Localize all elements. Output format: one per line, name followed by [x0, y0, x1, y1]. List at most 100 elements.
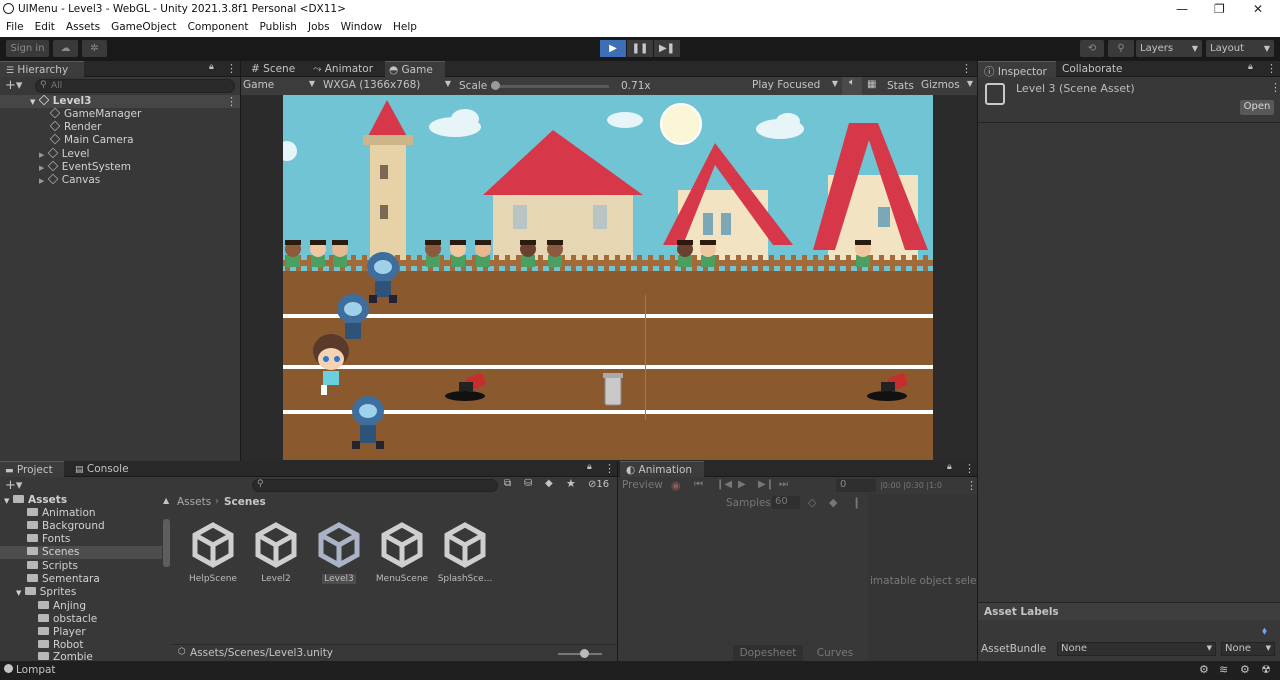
layers-dropdown[interactable]: Layers ▼ — [1136, 40, 1202, 57]
more-icon[interactable]: ⋮ — [961, 62, 972, 75]
menu-jobs[interactable]: Jobs — [308, 19, 335, 37]
first-frame-icon[interactable]: ⏮ — [694, 479, 703, 490]
status-text[interactable]: Lompat — [16, 664, 56, 676]
layers-icon[interactable]: ≋ — [1219, 663, 1228, 676]
breadcrumb-scenes[interactable]: Scenes — [224, 496, 266, 508]
keyframe-icon[interactable]: ◇ — [808, 496, 816, 509]
expand-arrow-icon[interactable]: ▶ — [39, 177, 44, 185]
folder-item[interactable]: Fonts — [27, 533, 70, 545]
expand-arrow-icon[interactable]: ▶ — [39, 164, 44, 172]
menu-component[interactable]: Component — [188, 19, 254, 37]
debug-icon[interactable]: ⚙ — [1199, 663, 1209, 676]
collab-icon[interactable]: ✲ — [82, 40, 107, 57]
folder-item[interactable]: Player — [38, 626, 86, 638]
favorite-icon[interactable]: ★ — [566, 477, 576, 490]
folder-item[interactable]: Sementara — [27, 573, 100, 585]
minimize-button[interactable]: — — [1176, 2, 1188, 16]
stats-button[interactable]: Stats — [887, 80, 914, 92]
scene-asset[interactable]: SplashSce... — [433, 522, 497, 584]
folder-item[interactable]: Animation — [27, 507, 96, 519]
folder-item[interactable]: Scripts — [27, 560, 78, 572]
scale-slider[interactable] — [491, 81, 609, 90]
curves-button[interactable]: Curves — [805, 645, 865, 661]
tab-game[interactable]: ◓ Game — [385, 61, 445, 77]
add-icon[interactable]: +▾ — [5, 478, 22, 493]
tab-inspector[interactable]: ⓘ Inspector — [978, 61, 1056, 78]
close-button[interactable]: ✕ — [1253, 2, 1263, 16]
lock-icon[interactable]: 🔒︎ — [1248, 62, 1253, 72]
menu-gameobject[interactable]: GameObject — [111, 19, 181, 37]
gizmos-dropdown[interactable]: Gizmos ▼ — [921, 79, 973, 91]
frame-field[interactable]: 0 — [836, 479, 876, 492]
tag-icon[interactable]: ⬧ — [1262, 624, 1267, 638]
tree-scrollbar[interactable] — [163, 519, 170, 567]
display-dropdown[interactable]: Game ▼ — [243, 79, 315, 91]
tab-animation[interactable]: ◐ Animation — [620, 461, 704, 477]
folder-item[interactable]: Background — [27, 520, 105, 532]
folder-item[interactable]: Zombie — [38, 651, 93, 661]
icon-size-slider[interactable] — [558, 649, 602, 658]
more-icon[interactable]: ⋮ — [1270, 81, 1280, 94]
hierarchy-item[interactable]: ▶ Canvas — [39, 173, 100, 186]
hierarchy-item[interactable]: Main Camera — [49, 133, 134, 146]
preview-button[interactable]: Preview — [622, 479, 663, 491]
add-keyframe-icon[interactable]: ◆ — [829, 496, 837, 509]
project-search-input[interactable]: ⚲ — [252, 479, 498, 492]
bug-icon[interactable]: ⚙ — [1240, 663, 1250, 676]
maximize-button[interactable]: ❐ — [1214, 2, 1225, 16]
signin-button[interactable]: Sign in — [6, 40, 49, 57]
label-icon[interactable]: ◆ — [545, 478, 553, 489]
add-event-icon[interactable]: ❙ — [852, 496, 861, 509]
folder-item[interactable]: ▼ Sprites — [16, 586, 76, 598]
more-icon[interactable]: ⋮ — [604, 462, 615, 475]
breadcrumb-assets[interactable]: Assets — [177, 496, 211, 508]
stats-grid-icon[interactable]: ▦ — [867, 79, 876, 90]
cloud-icon[interactable]: ☁ — [53, 40, 78, 57]
step-button[interactable]: ▶❚ — [654, 40, 680, 57]
dopesheet-button[interactable]: Dopesheet — [733, 645, 803, 661]
assetbundle-dropdown[interactable]: None ▼ — [1057, 642, 1216, 656]
more-icon[interactable]: ⋮ — [226, 95, 237, 108]
menu-publish[interactable]: Publish — [260, 19, 302, 37]
slider-handle[interactable] — [491, 81, 500, 90]
more-icon[interactable]: ⋮ — [226, 62, 237, 75]
hierarchy-item[interactable]: ▶ Level — [39, 147, 89, 160]
hierarchy-item[interactable]: Render — [49, 120, 101, 133]
filter-icon[interactable]: ⛁ — [524, 478, 532, 489]
scene-asset[interactable]: HelpScene — [181, 522, 245, 584]
resolution-dropdown[interactable]: WXGA (1366x768) ▼ — [323, 79, 451, 91]
prev-frame-icon[interactable]: ❙◀ — [716, 479, 732, 490]
lock-icon[interactable]: 🔒︎ — [209, 62, 214, 72]
radiation-icon[interactable]: ☢ — [1261, 663, 1271, 676]
record-icon[interactable]: ◉ — [671, 479, 681, 492]
lock-icon[interactable]: 🔒︎ — [587, 462, 592, 472]
tab-hierarchy[interactable]: ☰ Hierarchy — [0, 61, 84, 77]
more-icon[interactable]: ⋮ — [1266, 62, 1277, 75]
pause-button[interactable]: ❚❚ — [627, 40, 653, 57]
search-icon[interactable]: ⚲ — [1108, 40, 1134, 57]
last-frame-icon[interactable]: ⏭ — [779, 479, 788, 490]
menu-edit[interactable]: Edit — [35, 19, 60, 37]
mute-icon[interactable]: 🔈︎ — [842, 77, 862, 95]
search-by-type-icon[interactable]: ⧉ — [504, 478, 511, 489]
lock-icon[interactable]: 🔒︎ — [947, 462, 952, 472]
history-icon[interactable]: ⟲ — [1080, 40, 1104, 57]
folder-item-selected[interactable]: Scenes — [27, 546, 79, 558]
tab-scene[interactable]: # Scene — [245, 61, 305, 77]
hierarchy-root-item[interactable]: ▼ Level3 — [30, 94, 91, 107]
tab-animator[interactable]: ⤳ Animator — [309, 61, 381, 77]
hierarchy-item[interactable]: ▶ EventSystem — [39, 160, 131, 173]
next-frame-icon[interactable]: ▶❙ — [758, 479, 774, 490]
menu-window[interactable]: Window — [341, 19, 387, 37]
hidden-count[interactable]: ⊘16 — [588, 479, 609, 490]
hierarchy-item[interactable]: GameManager — [49, 107, 141, 120]
add-icon[interactable]: +▾ — [5, 78, 22, 93]
play-anim-icon[interactable]: ▶ — [738, 479, 746, 490]
game-viewport[interactable] — [283, 95, 933, 460]
open-button[interactable]: Open — [1240, 100, 1274, 115]
scene-asset-selected[interactable]: Level3 — [307, 522, 371, 584]
tab-collaborate[interactable]: Collaborate — [1062, 61, 1142, 77]
scene-asset[interactable]: MenuScene — [370, 522, 434, 584]
more-icon[interactable]: ⋮ — [966, 479, 977, 492]
playmode-dropdown[interactable]: Play Focused ▼ — [752, 79, 838, 91]
